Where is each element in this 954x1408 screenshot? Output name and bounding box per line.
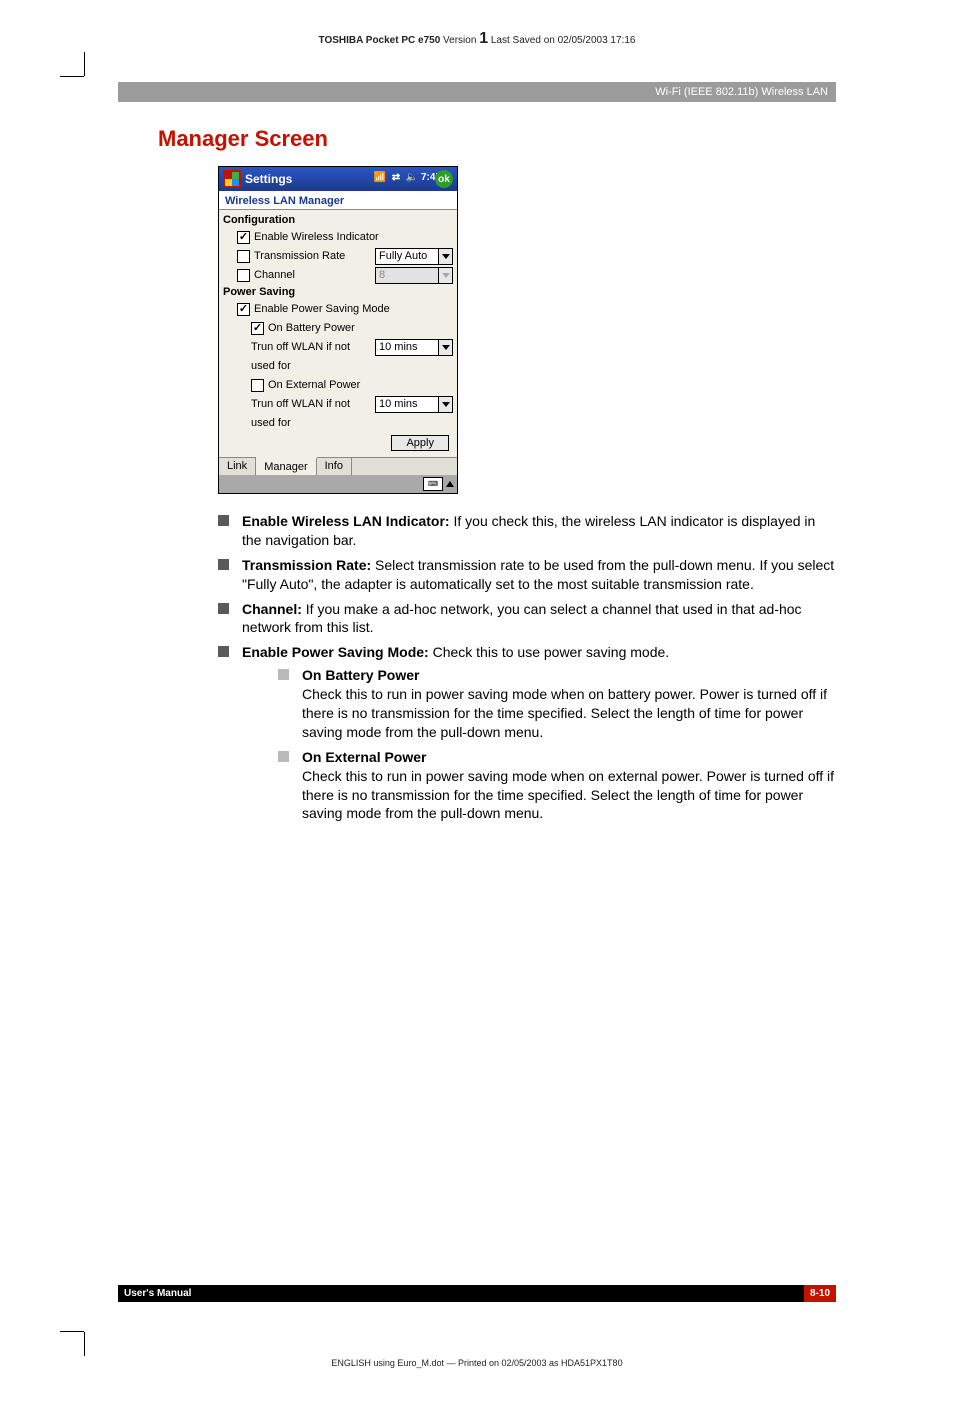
transmission-rate-label: Transmission Rate xyxy=(254,250,375,262)
enable-wireless-indicator-checkbox[interactable] xyxy=(237,231,250,244)
chevron-down-icon xyxy=(438,249,452,264)
footer-bar: User's Manual 8-10 xyxy=(118,1285,836,1302)
tab-info[interactable]: Info xyxy=(317,458,352,475)
sub-title: On Battery Power xyxy=(302,667,419,683)
sub-text: Check this to run in power saving mode w… xyxy=(302,768,834,822)
battery-trun-row1: Trun off WLAN if not 10 mins xyxy=(223,338,453,356)
on-external-row: On External Power xyxy=(223,376,453,394)
channel-dropdown: 8 xyxy=(375,267,453,284)
channel-label: Channel xyxy=(254,269,375,281)
signal-icon: 📶 xyxy=(373,172,387,186)
sub-list: On Battery Power Check this to run in po… xyxy=(278,666,836,823)
on-external-checkbox[interactable] xyxy=(251,379,264,392)
bullet-title: Enable Power Saving Mode: xyxy=(242,644,429,660)
chevron-down-icon xyxy=(438,268,452,283)
clock-time: 7:45 xyxy=(421,172,435,186)
ok-button[interactable]: ok xyxy=(435,170,453,188)
bullet-title: Transmission Rate: xyxy=(242,557,371,573)
bullet-title: Enable Wireless LAN Indicator: xyxy=(242,513,450,529)
transmission-rate-value: Fully Auto xyxy=(376,249,438,264)
sub-text: Check this to run in power saving mode w… xyxy=(302,686,827,740)
chapter-bar: Wi-Fi (IEEE 802.11b) Wireless LAN xyxy=(118,82,836,102)
enable-psm-row: Enable Power Saving Mode xyxy=(223,300,453,318)
version-label: Version xyxy=(443,35,476,46)
transmission-rate-dropdown[interactable]: Fully Auto xyxy=(375,248,453,265)
tab-manager[interactable]: Manager xyxy=(256,457,316,475)
titlebar-title: Settings xyxy=(245,172,373,186)
bullet-title: Channel: xyxy=(242,601,302,617)
on-battery-label: On Battery Power xyxy=(268,322,453,334)
footer-left: User's Manual xyxy=(124,1288,191,1299)
list-item: On Battery Power Check this to run in po… xyxy=(278,666,836,742)
app-name: Wireless LAN Manager xyxy=(219,191,457,210)
channel-value: 8 xyxy=(376,268,438,283)
external-trun-label1: Trun off WLAN if not xyxy=(251,398,375,410)
list-item: Enable Wireless LAN Indicator: If you ch… xyxy=(218,512,836,550)
bullet-text: If you make a ad-hoc network, you can se… xyxy=(242,601,802,636)
apply-button[interactable]: Apply xyxy=(391,435,449,451)
battery-trun-label1: Trun off WLAN if not xyxy=(251,341,375,353)
transmission-rate-row: Transmission Rate Fully Auto xyxy=(223,247,453,265)
enable-wireless-indicator-label: Enable Wireless Indicator xyxy=(254,231,453,243)
enable-wireless-indicator-row: Enable Wireless Indicator xyxy=(223,228,453,246)
list-item: Transmission Rate: Select transmission r… xyxy=(218,556,836,594)
config-heading: Configuration xyxy=(223,214,453,226)
crop-mark xyxy=(84,52,85,76)
crop-mark xyxy=(60,76,84,77)
tabbar: Link Manager Info xyxy=(219,457,457,475)
on-battery-row: On Battery Power xyxy=(223,319,453,337)
page-header: TOSHIBA Pocket PC e750 Version 1 Last Sa… xyxy=(0,30,954,48)
channel-checkbox[interactable] xyxy=(237,269,250,282)
bullet-text: Check this to use power saving mode. xyxy=(429,644,669,660)
battery-trun-dropdown[interactable]: 10 mins xyxy=(375,339,453,356)
version-number: 1 xyxy=(479,30,488,47)
battery-trun-row2: used for xyxy=(223,357,453,375)
section-title: Manager Screen xyxy=(158,126,836,152)
crop-mark xyxy=(84,1332,85,1356)
battery-trun-value: 10 mins xyxy=(376,340,438,355)
page-number: 8-10 xyxy=(804,1285,836,1302)
tab-link[interactable]: Link xyxy=(219,458,256,475)
keyboard-icon[interactable]: ⌨ xyxy=(423,477,443,491)
chevron-down-icon xyxy=(438,340,452,355)
last-saved: Last Saved on 02/05/2003 17:16 xyxy=(491,35,636,46)
on-external-label: On External Power xyxy=(268,379,453,391)
on-battery-checkbox[interactable] xyxy=(251,322,264,335)
product-name: TOSHIBA Pocket PC e750 xyxy=(319,35,441,46)
list-item: Channel: If you make a ad-hoc network, y… xyxy=(218,600,836,638)
print-line: ENGLISH using Euro_M.dot — Printed on 02… xyxy=(0,1358,954,1368)
titlebar: Settings 📶 ⇄ 🔈 7:45 ok xyxy=(219,167,457,191)
crop-mark xyxy=(60,1331,84,1332)
list-item: On External Power Check this to run in p… xyxy=(278,748,836,824)
external-trun-label2: used for xyxy=(251,417,453,429)
external-trun-row2: used for xyxy=(223,414,453,432)
chevron-down-icon xyxy=(438,397,452,412)
description-list: Enable Wireless LAN Indicator: If you ch… xyxy=(218,512,836,823)
enable-psm-checkbox[interactable] xyxy=(237,303,250,316)
external-trun-row1: Trun off WLAN if not 10 mins xyxy=(223,395,453,413)
transmission-rate-checkbox[interactable] xyxy=(237,250,250,263)
external-trun-value: 10 mins xyxy=(376,397,438,412)
power-saving-heading: Power Saving xyxy=(223,286,453,298)
sync-icon: ⇄ xyxy=(389,172,403,186)
external-trun-dropdown[interactable]: 10 mins xyxy=(375,396,453,413)
device-screenshot: Settings 📶 ⇄ 🔈 7:45 ok Wireless LAN Mana… xyxy=(218,166,458,494)
volume-icon: 🔈 xyxy=(405,172,419,186)
channel-row: Channel 8 xyxy=(223,266,453,284)
enable-psm-label: Enable Power Saving Mode xyxy=(254,303,453,315)
sip-bar: ⌨ xyxy=(219,475,457,493)
start-flag-icon[interactable] xyxy=(223,170,241,188)
list-item: Enable Power Saving Mode: Check this to … xyxy=(218,643,836,823)
sip-up-icon[interactable] xyxy=(445,477,455,491)
sub-title: On External Power xyxy=(302,749,426,765)
battery-trun-label2: used for xyxy=(251,360,453,372)
